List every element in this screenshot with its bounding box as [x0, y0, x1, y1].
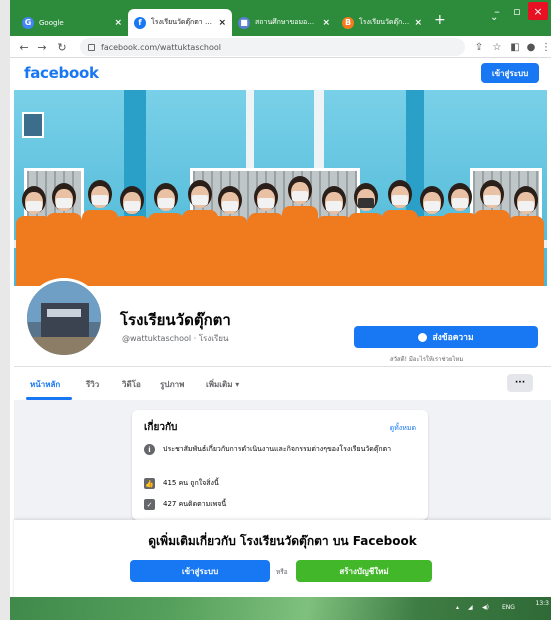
tab-videos[interactable]: วิดีโอ	[122, 378, 141, 391]
address-bar[interactable]: facebook.com/wattuktaschool	[80, 38, 465, 56]
star-icon[interactable]: ☆	[490, 40, 504, 54]
cover-person	[506, 186, 546, 286]
profile-picture[interactable]	[24, 278, 104, 358]
sidebar-icon[interactable]: ◧	[508, 40, 522, 54]
see-all-link[interactable]: ดูทั้งหมด	[390, 423, 416, 434]
followers-count: 427 คนติดตามเพจนี้	[163, 500, 227, 508]
share-icon[interactable]: ⇪	[472, 40, 486, 54]
about-description-row: i ประชาสัมพันธ์เกี่ยวกับการดำเนินงานและก…	[144, 444, 419, 455]
network-icon[interactable]: ◢	[468, 604, 473, 611]
close-icon[interactable]: ×	[114, 18, 122, 28]
messenger-icon	[418, 332, 428, 342]
send-message-label: ส่งข้อความ	[432, 333, 474, 343]
back-icon[interactable]: ←	[16, 39, 32, 55]
tray-arrow-icon[interactable]: ▴	[456, 604, 459, 611]
profile-icon[interactable]: ●	[524, 40, 538, 54]
url-text: facebook.com/wattuktaschool	[101, 42, 221, 52]
create-account-button[interactable]: สร้างบัญชีใหม่	[296, 560, 432, 582]
page-handle: @wattuktaschool · โรงเรียน	[122, 334, 229, 343]
banner-login-button[interactable]: เข้าสู่ระบบ	[130, 560, 270, 582]
clock[interactable]: 13:3	[536, 600, 549, 608]
forward-icon[interactable]: →	[34, 39, 50, 55]
page-profile-section: โรงเรียนวัดตุ๊กตา @wattuktaschool · โรงเ…	[14, 278, 551, 366]
page-title: โรงเรียนวัดตุ๊กตา	[120, 311, 231, 329]
followers-row: ✓ 427 คนติดตามเพจนี้	[144, 499, 419, 510]
volume-icon[interactable]: ◀)	[482, 604, 489, 611]
login-button[interactable]: เข้าสู่ระบบ	[481, 63, 539, 83]
tab-blogger[interactable]: B โรงเรียนวัดตุ๊กตา ×	[336, 9, 428, 36]
facebook-logo[interactable]: facebook	[24, 64, 99, 82]
about-title: เกี่ยวกับ	[144, 422, 178, 433]
close-window-button[interactable]: ×	[528, 2, 548, 20]
follow-check-icon: ✓	[144, 499, 155, 510]
language-indicator[interactable]: ENG	[502, 604, 515, 611]
tab-photos[interactable]: รูปภาพ	[160, 378, 184, 391]
tab-label: โรงเรียนวัดตุ๊กตา - หน้า	[151, 18, 215, 26]
close-icon[interactable]: ×	[414, 18, 422, 28]
tab-label: Google	[39, 18, 64, 27]
new-tab-button[interactable]: +	[434, 12, 446, 28]
thumbs-up-icon: 👍	[144, 478, 155, 489]
screen: G Google × f โรงเรียนวัดตุ๊กตา - หน้า × …	[0, 0, 551, 620]
tab-home[interactable]: หน้าหลัก	[30, 378, 60, 391]
close-icon[interactable]: ×	[322, 18, 330, 28]
likes-count: 415 คน ถูกใจสิ่งนี้	[163, 479, 219, 487]
maximize-button[interactable]: ▫	[508, 2, 526, 20]
menu-icon[interactable]: ⋮	[539, 40, 551, 54]
more-options-button[interactable]: ···	[507, 374, 533, 392]
facebook-icon: f	[134, 16, 146, 29]
about-description: ประชาสัมพันธ์เกี่ยวกับการดำเนินงานและกิจ…	[163, 445, 392, 453]
notice-sign	[22, 112, 44, 138]
page-nav-tabs: หน้าหลัก รีวิว วิดีโอ รูปภาพ เพิ่มเติม ▾…	[14, 366, 551, 400]
desktop-edge	[0, 0, 10, 620]
blogger-icon: B	[342, 16, 354, 29]
reload-icon[interactable]: ↻	[54, 39, 70, 55]
close-icon[interactable]: ×	[218, 18, 226, 28]
tab-label: โรงเรียนวัดตุ๊กตา	[359, 18, 411, 26]
tab-more[interactable]: เพิ่มเติม ▾	[206, 378, 239, 391]
about-card: เกี่ยวกับ ดูทั้งหมด i ประชาสัมพันธ์เกี่ย…	[132, 410, 428, 520]
tab-google[interactable]: G Google ×	[16, 9, 128, 36]
likes-row: 👍 415 คน ถูกใจสิ่งนี้	[144, 478, 419, 489]
cover-photo	[14, 90, 547, 286]
or-label: หรือ	[276, 568, 288, 576]
browser-toolbar: ← → ↻ facebook.com/wattuktaschool ⇪ ☆ ◧ …	[10, 36, 551, 58]
login-prompt-banner: ดูเพิ่มเติมเกี่ยวกับ โรงเรียนวัดตุ๊กตา บ…	[14, 520, 551, 597]
windows-taskbar: ▴ ◢ ◀) ENG 13:3	[10, 597, 551, 620]
tab-facebook-page[interactable]: f โรงเรียนวัดตุ๊กตา - หน้า ×	[128, 9, 232, 36]
browser-tab-strip: G Google × f โรงเรียนวัดตุ๊กตา - หน้า × …	[10, 0, 551, 36]
reply-hint: สวัสดี! มีอะไรให้เราช่วยไหม	[390, 356, 464, 363]
info-icon: i	[144, 444, 155, 455]
tab-reviews[interactable]: รีวิว	[86, 378, 99, 391]
minimize-button[interactable]: –	[488, 2, 506, 20]
site-icon: ■	[238, 16, 250, 29]
tab-school-info[interactable]: ■ สถานศึกษาขอมอบกับ วิ ×	[232, 9, 336, 36]
facebook-header: facebook เข้าสู่ระบบ	[14, 58, 551, 90]
banner-title: ดูเพิ่มเติมเกี่ยวกับ โรงเรียนวัดตุ๊กตา บ…	[148, 534, 417, 548]
cover-person	[44, 183, 84, 286]
lock-icon	[88, 43, 95, 51]
tab-label: สถานศึกษาขอมอบกับ วิ	[255, 18, 319, 26]
google-icon: G	[22, 16, 34, 29]
cover-person	[210, 186, 250, 286]
send-message-button[interactable]: ส่งข้อความ	[354, 326, 538, 348]
